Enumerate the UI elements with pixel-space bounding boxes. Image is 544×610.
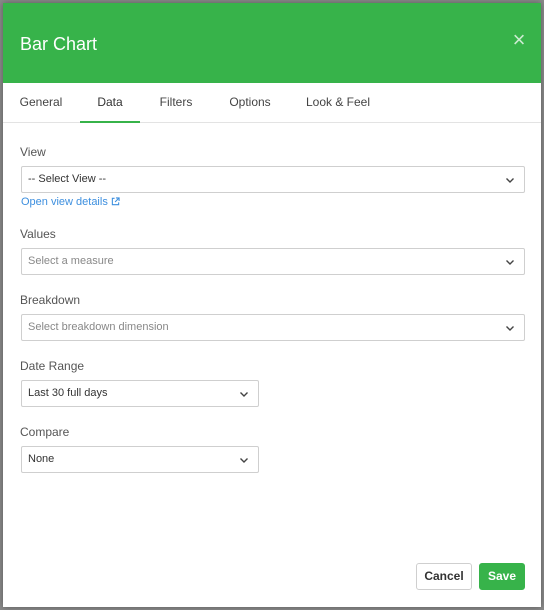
- view-select-value: -- Select View --: [28, 173, 107, 185]
- date-range-label: Date Range: [20, 359, 85, 373]
- tab-general[interactable]: General: [3, 83, 79, 123]
- view-label: View: [20, 145, 46, 159]
- cancel-button[interactable]: Cancel: [416, 563, 472, 590]
- values-select[interactable]: Select a measure: [21, 248, 525, 275]
- tab-look-and-feel[interactable]: Look & Feel: [295, 83, 381, 123]
- bar-chart-dialog: Bar Chart × General Data Filters Options…: [3, 3, 541, 607]
- tab-bar: General Data Filters Options Look & Feel: [3, 83, 541, 123]
- dialog-header: Bar Chart ×: [3, 3, 541, 83]
- tab-data[interactable]: Data: [80, 83, 140, 123]
- compare-select[interactable]: None: [21, 446, 259, 473]
- compare-label: Compare: [20, 425, 70, 439]
- chevron-down-icon: [240, 458, 248, 463]
- tab-options[interactable]: Options: [213, 83, 287, 123]
- open-view-details-label: Open view details: [21, 196, 108, 208]
- values-label: Values: [20, 227, 56, 241]
- tab-filters[interactable]: Filters: [145, 83, 207, 123]
- open-view-details-link[interactable]: Open view details: [21, 195, 120, 209]
- date-range-value: Last 30 full days: [28, 387, 108, 399]
- close-icon[interactable]: ×: [509, 29, 529, 51]
- values-placeholder: Select a measure: [28, 255, 114, 267]
- breakdown-placeholder: Select breakdown dimension: [28, 321, 169, 333]
- chevron-down-icon: [240, 392, 248, 397]
- save-button[interactable]: Save: [479, 563, 525, 590]
- breakdown-select[interactable]: Select breakdown dimension: [21, 314, 525, 341]
- compare-value: None: [28, 453, 55, 465]
- external-link-icon: [111, 197, 120, 206]
- view-select[interactable]: -- Select View --: [21, 166, 525, 193]
- dialog-title: Bar Chart: [20, 34, 98, 54]
- chevron-down-icon: [506, 178, 514, 183]
- chevron-down-icon: [506, 260, 514, 265]
- chevron-down-icon: [506, 326, 514, 331]
- breakdown-label: Breakdown: [20, 293, 81, 307]
- date-range-select[interactable]: Last 30 full days: [21, 380, 259, 407]
